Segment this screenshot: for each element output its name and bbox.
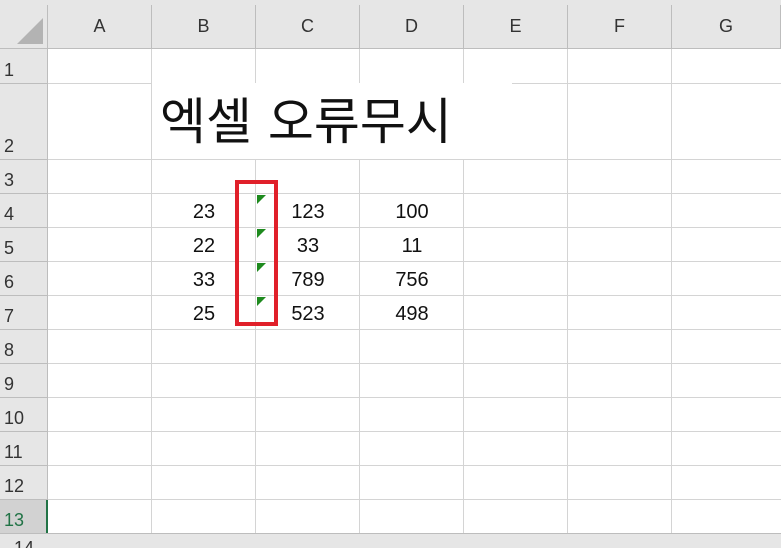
row-header-14-partial[interactable]: 14	[14, 538, 34, 548]
column-header-b[interactable]: B	[152, 5, 256, 49]
row-gridline	[48, 397, 781, 398]
error-indicator-highlight-box	[235, 180, 278, 326]
cell-d5[interactable]: 11	[360, 228, 464, 262]
cell-d7[interactable]: 498	[360, 296, 464, 330]
row-header-5[interactable]: 5	[0, 228, 48, 262]
select-all-button[interactable]	[0, 5, 48, 49]
row-header-6[interactable]: 6	[0, 262, 48, 296]
cell-d6[interactable]: 756	[360, 262, 464, 296]
row-header-12[interactable]: 12	[0, 466, 48, 500]
column-header-d[interactable]: D	[360, 5, 464, 49]
column-header-g[interactable]: G	[672, 5, 781, 49]
column-gridline	[671, 49, 672, 548]
select-all-triangle-icon	[17, 18, 43, 44]
column-header-f[interactable]: F	[568, 5, 672, 49]
row-gridline	[48, 431, 781, 432]
row-gridline	[48, 363, 781, 364]
row-gridline	[48, 499, 781, 500]
row-header-10[interactable]: 10	[0, 398, 48, 432]
sheet-title: 엑셀 오류무시	[160, 93, 452, 151]
row-header-11[interactable]: 11	[0, 432, 48, 466]
row-header-1[interactable]: 1	[0, 49, 48, 84]
column-header-c[interactable]: C	[256, 5, 360, 49]
column-gridline	[567, 49, 568, 548]
row-header-2[interactable]: 2	[0, 84, 48, 160]
row-header-3[interactable]: 3	[0, 160, 48, 194]
row-gridline	[48, 465, 781, 466]
row-header-9[interactable]: 9	[0, 364, 48, 398]
row-header-8[interactable]: 8	[0, 330, 48, 364]
horizontal-scroll-area[interactable]	[0, 533, 781, 548]
cell-d4[interactable]: 100	[360, 194, 464, 228]
column-header-a[interactable]: A	[48, 5, 152, 49]
row-header-7[interactable]: 7	[0, 296, 48, 330]
column-header-e[interactable]: E	[464, 5, 568, 49]
row-header-13[interactable]: 13	[0, 500, 48, 534]
row-header-4[interactable]: 4	[0, 194, 48, 228]
spreadsheet: ABCDEFG 1 2 3 4 5 6 7 8 9 10 11 12 13 엑셀 오류무시 23 123 1…	[0, 0, 781, 548]
